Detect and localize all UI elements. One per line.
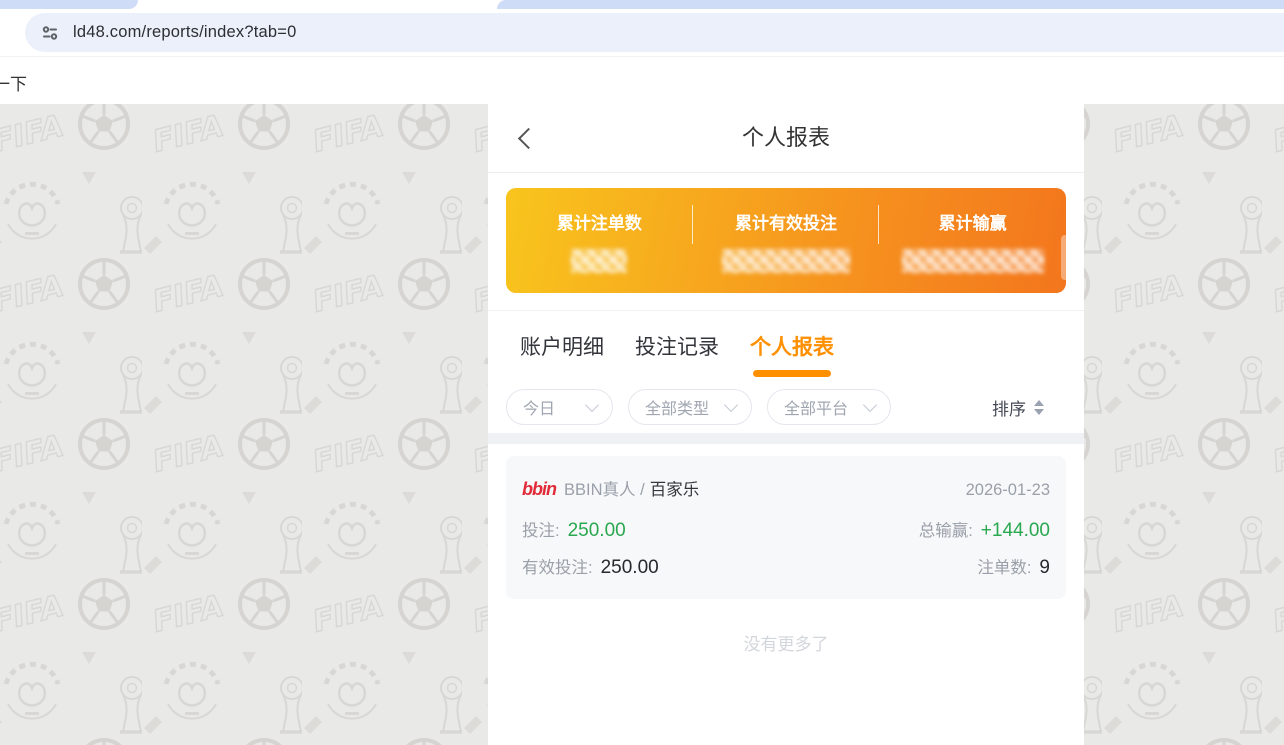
filter-label: 今日 <box>523 395 555 419</box>
filter-label: 全部平台 <box>784 395 848 419</box>
sort-label: 排序 <box>992 395 1026 420</box>
valid-bet-value: 250.00 <box>601 557 659 579</box>
stat-value-masked <box>902 249 1044 273</box>
chevron-down-icon <box>863 398 877 412</box>
filter-date-dropdown[interactable]: 今日 <box>506 389 613 425</box>
no-more-text: 没有更多了 <box>488 630 1084 655</box>
url-text[interactable]: ld48.com/reports/index?tab=0 <box>73 23 296 42</box>
panel-header: 个人报表 <box>488 104 1084 172</box>
record-game: 百家乐 <box>650 476 700 500</box>
valid-bet-label: 有效投注: <box>522 554 593 578</box>
card-edge-highlight <box>1061 235 1069 280</box>
tab-account-detail[interactable]: 账户明细 <box>520 331 604 361</box>
browser-tab-left[interactable] <box>0 0 138 9</box>
section-gap <box>488 433 1084 444</box>
stat-label: 累计输赢 <box>879 209 1066 234</box>
filter-bar: 今日 全部类型 全部平台 排序 <box>488 381 1084 433</box>
order-count-value: 9 <box>1039 557 1050 579</box>
stats-section: 累计注单数 累计有效投注 累计输赢 <box>488 173 1084 311</box>
record-date: 2026-01-23 <box>966 481 1050 500</box>
back-chevron-icon <box>518 128 539 149</box>
site-settings-icon[interactable] <box>41 24 59 42</box>
stat-win-loss: 累计输赢 <box>879 188 1066 293</box>
total-winloss-label: 总输赢: <box>919 517 973 541</box>
tab-personal-report[interactable]: 个人报表 <box>750 331 834 361</box>
filter-label: 全部类型 <box>645 395 709 419</box>
tab-bar: 账户明细 投注记录 个人报表 <box>488 311 1084 381</box>
stat-label: 累计注单数 <box>506 209 693 234</box>
bbin-logo: bbin <box>522 479 556 500</box>
filter-type-dropdown[interactable]: 全部类型 <box>628 389 752 425</box>
stat-label: 累计有效投注 <box>693 209 880 234</box>
chevron-down-icon <box>585 398 599 412</box>
stat-valid-bets: 累计有效投注 <box>693 188 880 293</box>
back-button[interactable] <box>516 128 538 150</box>
page-top-strip: 一下 <box>0 57 1284 104</box>
address-bar[interactable]: ld48.com/reports/index?tab=0 <box>25 13 1284 52</box>
active-tab-underline <box>753 370 831 377</box>
bet-value: 250.00 <box>568 520 626 542</box>
stat-value-masked <box>722 249 850 273</box>
filter-platform-dropdown[interactable]: 全部平台 <box>767 389 891 425</box>
browser-toolbar: ld48.com/reports/index?tab=0 <box>0 9 1284 56</box>
page-title: 个人报表 <box>488 104 1084 172</box>
report-record-card[interactable]: bbin BBIN真人 / 百家乐 2026-01-23 投注: 250.00 … <box>506 456 1066 599</box>
tab-label: 个人报表 <box>750 336 834 359</box>
report-panel: 个人报表 累计注单数 累计有效投注 累计输赢 账户明细 投注记录 个人报 <box>488 104 1084 745</box>
browser-tab-strip <box>0 0 1284 9</box>
stat-value-masked <box>571 249 627 273</box>
record-valid-row: 有效投注: 250.00 注单数: 9 <box>522 554 1050 579</box>
sort-arrows-icon <box>1034 400 1044 415</box>
browser-tab-right[interactable] <box>497 0 1284 9</box>
total-winloss-value: +144.00 <box>981 520 1050 542</box>
page-snippet-text: 一下 <box>0 70 27 95</box>
stats-summary-card: 累计注单数 累计有效投注 累计输赢 <box>506 188 1066 293</box>
record-provider: BBIN真人 / <box>564 476 645 500</box>
chevron-down-icon <box>724 398 738 412</box>
bet-label: 投注: <box>522 517 560 541</box>
record-bet-row: 投注: 250.00 总输赢: +144.00 <box>522 517 1050 542</box>
tab-bet-records[interactable]: 投注记录 <box>635 331 719 361</box>
stat-total-orders: 累计注单数 <box>506 188 693 293</box>
record-header-row: bbin BBIN真人 / 百家乐 2026-01-23 <box>522 476 1050 500</box>
sort-control[interactable]: 排序 <box>992 395 1044 420</box>
order-count-label: 注单数: <box>977 554 1031 578</box>
